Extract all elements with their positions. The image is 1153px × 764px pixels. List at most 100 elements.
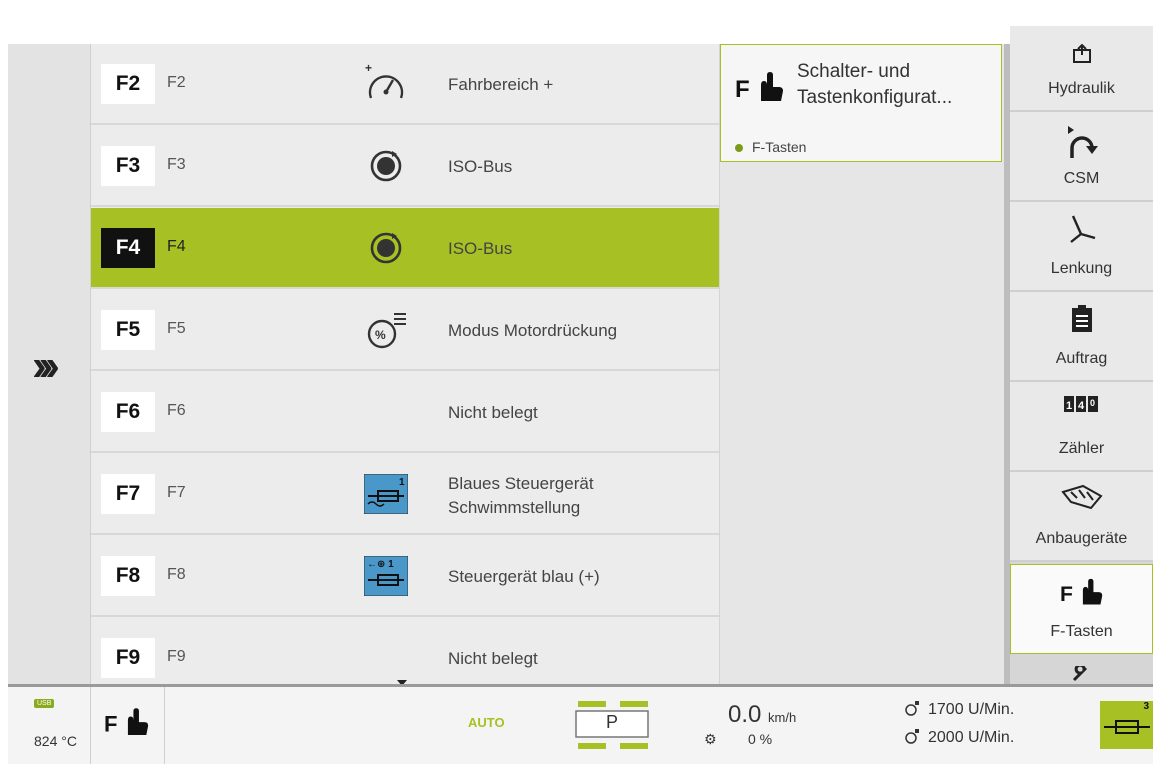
f-key-label: F3 [167,156,186,173]
side-item-label: Auftrag [1055,350,1108,367]
f-key-badge: F7 [101,474,155,514]
side-item-hydraulik[interactable]: Hydraulik [1010,26,1153,112]
expand-panel-button[interactable]: ››› [32,344,60,388]
side-item-f-tasten[interactable]: F F-Tasten [1010,564,1153,654]
usb-indicator: USB [34,699,55,708]
side-item-label: Hydraulik [1048,80,1115,97]
isobus-icon [363,226,409,270]
clipboard-icon [1010,304,1153,334]
f-hand-icon: F [735,71,785,110]
temperature-readout: 824 °C [34,733,77,749]
f-key-row[interactable]: F7 F7 1 Blaues Steuergerät Schwimmstellu… [91,454,719,535]
f-key-function-line2: Schwimmstellung [448,498,581,517]
blue-valve-plus-icon: ←⊕ 1 [363,554,409,598]
gear-label: P [605,712,618,732]
status-dot [735,144,743,153]
engine-droop-mode-icon: % [363,308,409,352]
side-item-auftrag[interactable]: Auftrag [1010,292,1153,382]
f-key-row[interactable]: F6 F6 Nicht belegt [91,372,719,453]
steering-icon [1010,214,1153,244]
speed-value: 0.0 [728,701,762,728]
side-item-anbaugeraete[interactable]: Anbaugeräte [1010,472,1153,562]
f-key-label: F7 [167,484,186,501]
info-panel: F Schalter- und Tastenkonfigurat... F-Ta… [720,44,1004,684]
f-key-function: Modus Motordrückung [448,321,618,340]
left-rail: ››› [8,44,91,684]
engine-rpm-icon [904,701,920,722]
f-key-row[interactable]: F3 F3 ISO-Bus [91,126,719,207]
hydraulic-valve-indicator[interactable]: 3 [1100,701,1153,749]
svg-text:4: 4 [1078,400,1085,412]
counter-icon: 140 [1010,394,1153,418]
auto-mode-indicator: AUTO [468,715,505,730]
info-title: Schalter- und Tastenkonfigurat... [797,59,997,111]
divider [90,687,91,764]
svg-text:1: 1 [399,477,405,488]
f-key-badge: F4 [101,228,155,268]
config-info-card[interactable]: F Schalter- und Tastenkonfigurat... F-Ta… [720,44,1002,162]
f-key-badge: F2 [101,64,155,104]
f-key-label: F5 [167,320,186,337]
engine-rpm-icon [904,729,920,750]
f-key-function: ISO-Bus [448,239,513,258]
f-key-label: F4 [167,238,186,255]
hydraulic-icon [1010,44,1153,64]
f-key-badge: F5 [101,310,155,350]
svg-text:0: 0 [1090,398,1095,408]
side-item-lenkung[interactable]: Lenkung [1010,202,1153,292]
f-key-function: Nicht belegt [448,403,538,422]
speed-readout: 0.0 km/h [728,701,796,729]
side-item-label: CSM [1063,170,1100,187]
terminal-screen: ››› F2 F2 + Fahrbereich + F3 F3 ISO-Bus … [8,26,1153,764]
side-item-label: Lenkung [1050,260,1113,277]
rpm-setpoint-1: 1700 U/Min. [928,701,1015,718]
f-key-row[interactable]: F5 F5 % Modus Motordrückung [91,290,719,371]
svg-text:+: + [365,62,372,75]
svg-text:F: F [735,76,750,103]
csm-icon [1010,124,1153,162]
park-gear-indicator: P [570,697,654,753]
blue-valve-float-icon: 1 [363,472,409,516]
f-key-row[interactable]: F9 F9 Nicht belegt [91,618,719,684]
svg-text:1: 1 [1066,400,1072,412]
f-key-function: Fahrbereich + [448,75,554,94]
side-item-label: Zähler [1058,440,1105,457]
side-item-label: F-Tasten [1050,623,1113,640]
f-key-row[interactable]: F8 F8 ←⊕ 1 Steuergerät blau (+) [91,536,719,617]
f-key-function: Blaues Steuergerät Schwimmstellung [448,472,594,520]
f-hand-icon[interactable]: F [104,707,150,744]
f-key-label: F2 [167,74,186,91]
svg-text:%: % [375,328,386,342]
rpm-setpoint-2: 2000 U/Min. [928,729,1015,746]
speed-unit: km/h [768,710,797,725]
valve-number: 3 [1143,701,1149,712]
svg-text:F: F [104,711,118,736]
side-item-zaehler[interactable]: 140 Zähler [1010,382,1153,472]
f-hand-icon: F [1011,577,1152,609]
f-key-list: F2 F2 + Fahrbereich + F3 F3 ISO-Bus F4 F… [91,44,720,684]
svg-text:F: F [1060,583,1073,606]
divider [164,687,165,764]
f-key-function: ISO-Bus [448,157,513,176]
f-key-badge: F8 [101,556,155,596]
f-key-label: F8 [167,566,186,583]
f-key-row-selected[interactable]: F4 F4 ISO-Bus [91,208,719,289]
f-key-label: F9 [167,648,186,665]
f-key-label: F6 [167,402,186,419]
side-item-csm[interactable]: CSM [1010,112,1153,202]
isobus-icon [363,144,409,188]
wheel-slip-readout: 0 % [748,731,773,747]
info-status-text: F-Tasten [752,139,807,155]
f-key-row[interactable]: F2 F2 + Fahrbereich + [91,44,719,125]
info-title-line2: Tastenkonfigurat... [797,87,953,108]
info-title-line1: Schalter- und [797,61,911,82]
f-key-badge: F6 [101,392,155,432]
info-status: F-Tasten [735,139,806,155]
f-key-function: Steuergerät blau (+) [448,567,600,586]
svg-text:←⊕ 1: ←⊕ 1 [367,559,394,570]
side-menu: Hydraulik CSM Lenkung Auftrag 140 Zähler… [1004,26,1153,684]
status-bar: USB 824 °C F AUTO P 0.0 km/h ⚙ 0 % 1700 … [8,684,1153,764]
f-key-badge: F9 [101,638,155,678]
f-key-function: Nicht belegt [448,649,538,668]
f-key-function-line1: Blaues Steuergerät [448,474,594,493]
